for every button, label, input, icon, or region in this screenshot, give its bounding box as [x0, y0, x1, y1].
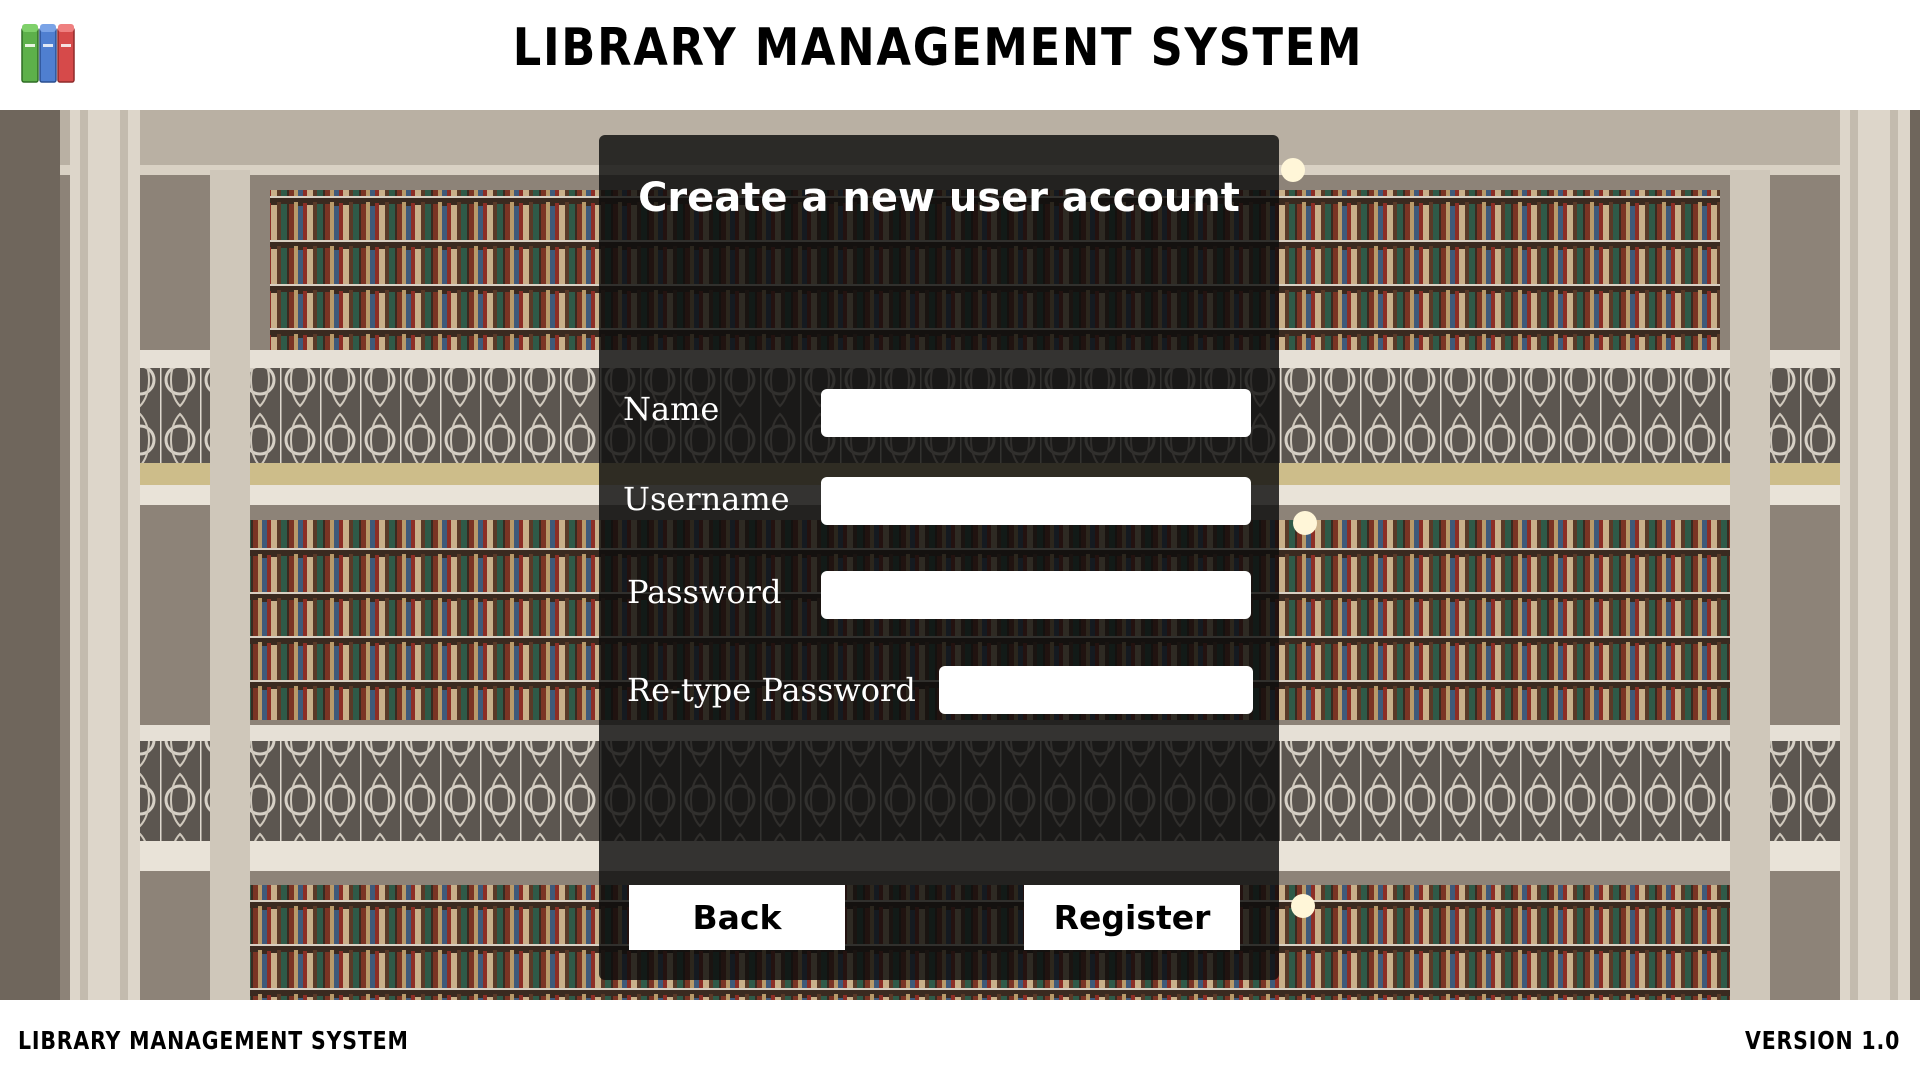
username-input[interactable] [821, 477, 1251, 525]
app-footer: LIBRARY MANAGEMENT SYSTEM VERSION 1.0 [0, 1000, 1920, 1080]
footer-app-name: LIBRARY MANAGEMENT SYSTEM [18, 1026, 409, 1055]
name-label: Name [623, 390, 720, 428]
username-label: Username [623, 480, 790, 518]
app-title: LIBRARY MANAGEMENT SYSTEM [512, 18, 1364, 78]
app-header: LIBRARY MANAGEMENT SYSTEM [0, 0, 1920, 110]
form-title: Create a new user account [638, 175, 1240, 221]
register-button[interactable]: Register [1024, 885, 1240, 950]
retype-password-label: Re-type Password [627, 671, 916, 709]
back-button[interactable]: Back [629, 885, 845, 950]
retype-password-input[interactable] [939, 666, 1253, 714]
create-account-panel: Create a new user account Name Username … [599, 135, 1279, 980]
password-label: Password [627, 573, 782, 611]
name-input[interactable] [821, 389, 1251, 437]
books-icon [20, 22, 76, 84]
password-input[interactable] [821, 571, 1251, 619]
footer-version: VERSION 1.0 [1744, 1026, 1900, 1055]
